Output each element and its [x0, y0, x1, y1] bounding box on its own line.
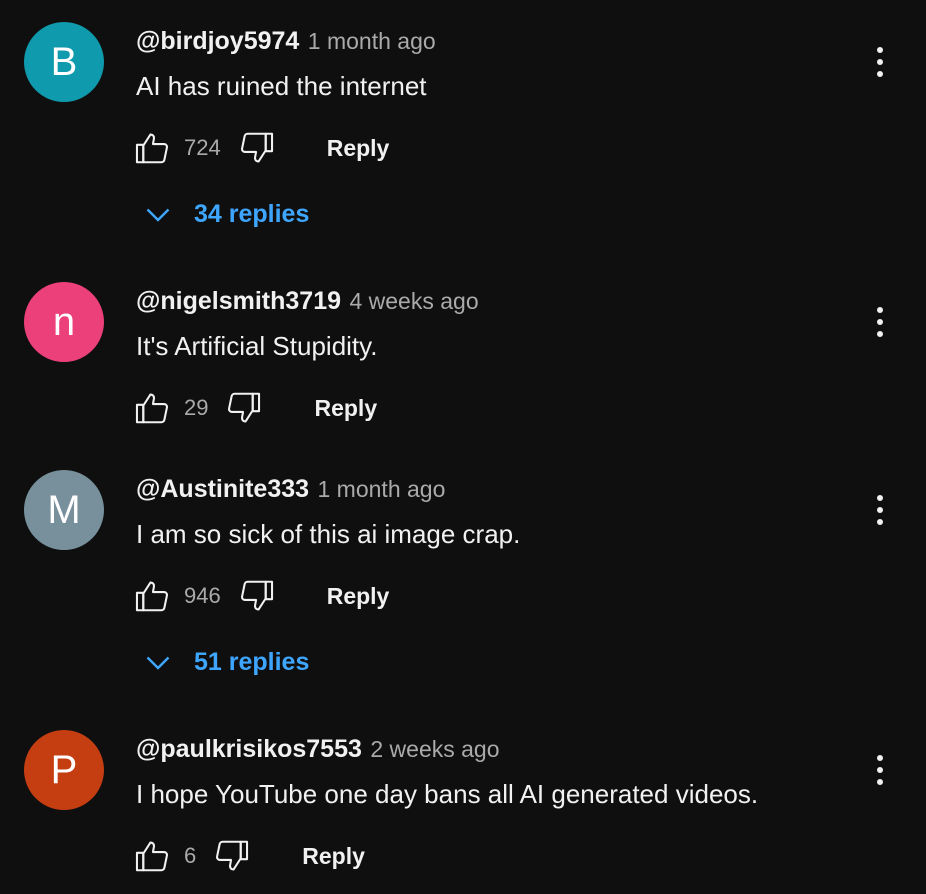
comment-actions: 6 Reply	[132, 836, 365, 876]
thumbs-up-icon	[135, 133, 168, 164]
more-vert-icon	[877, 307, 883, 337]
replies-count-label: 51 replies	[194, 647, 310, 676]
comment-thread: n @nigelsmith3719 4 weeks ago It's Artif…	[0, 282, 926, 432]
dislike-button[interactable]	[224, 388, 264, 428]
comment-menu-button[interactable]	[860, 302, 900, 342]
more-vert-icon	[877, 755, 883, 785]
thumbs-down-icon	[216, 840, 249, 871]
comment-text: I hope YouTube one day bans all AI gener…	[136, 779, 759, 809]
thumbs-down-icon	[228, 392, 261, 423]
like-count: 6	[184, 843, 197, 868]
like-count: 724	[184, 135, 221, 160]
more-vert-icon	[877, 47, 883, 77]
replies-count-label: 34 replies	[194, 199, 310, 228]
author-name[interactable]: @Austinite333	[136, 475, 309, 503]
dislike-button[interactable]	[237, 576, 277, 616]
comment-text: I am so sick of this ai image crap.	[136, 519, 521, 549]
more-vert-icon	[877, 495, 883, 525]
like-button[interactable]	[132, 128, 172, 168]
reply-button[interactable]: Reply	[327, 135, 390, 162]
comment-timestamp[interactable]: 1 month ago	[318, 476, 446, 502]
view-replies-button[interactable]: 34 replies	[140, 194, 309, 234]
thumbs-down-icon	[240, 580, 273, 611]
comment-header: @birdjoy5974 1 month ago	[136, 26, 436, 60]
reply-button[interactable]: Reply	[327, 583, 390, 610]
like-count: 29	[184, 395, 209, 420]
comment-actions: 724 Reply	[132, 128, 389, 168]
like-count: 946	[184, 583, 221, 608]
comment-menu-button[interactable]	[860, 750, 900, 790]
thumbs-up-icon	[135, 841, 168, 872]
comment-thread: M @Austinite333 1 month ago I am so sick…	[0, 470, 926, 680]
comment-thread: P @paulkrisikos7553 2 weeks ago I hope Y…	[0, 730, 926, 880]
thumbs-up-icon	[135, 393, 168, 424]
comment-text: AI has ruined the internet	[136, 71, 427, 101]
comment-actions: 29 Reply	[132, 388, 377, 428]
like-button[interactable]	[132, 836, 172, 876]
comment-thread: B @birdjoy5974 1 month ago AI has ruined…	[0, 22, 926, 232]
author-name[interactable]: @birdjoy5974	[136, 27, 299, 55]
comment-header: @nigelsmith3719 4 weeks ago	[136, 286, 479, 320]
like-button[interactable]	[132, 388, 172, 428]
thumbs-up-icon	[135, 581, 168, 612]
avatar[interactable]: B	[24, 22, 104, 102]
comment-menu-button[interactable]	[860, 42, 900, 82]
comment-timestamp[interactable]: 2 weeks ago	[370, 736, 499, 762]
like-button[interactable]	[132, 576, 172, 616]
comment-text: It's Artificial Stupidity.	[136, 331, 378, 361]
chevron-down-icon	[146, 656, 170, 670]
avatar[interactable]: P	[24, 730, 104, 810]
comment-actions: 946 Reply	[132, 576, 389, 616]
view-replies-button[interactable]: 51 replies	[140, 642, 309, 682]
reply-button[interactable]: Reply	[302, 843, 365, 870]
dislike-button[interactable]	[212, 836, 252, 876]
author-name[interactable]: @nigelsmith3719	[136, 287, 341, 315]
comment-header: @paulkrisikos7553 2 weeks ago	[136, 734, 500, 768]
thumbs-down-icon	[240, 132, 273, 163]
comment-timestamp[interactable]: 4 weeks ago	[349, 288, 478, 314]
author-name[interactable]: @paulkrisikos7553	[136, 735, 362, 763]
avatar[interactable]: n	[24, 282, 104, 362]
avatar[interactable]: M	[24, 470, 104, 550]
chevron-down-icon	[146, 208, 170, 222]
dislike-button[interactable]	[237, 128, 277, 168]
comment-menu-button[interactable]	[860, 490, 900, 530]
reply-button[interactable]: Reply	[314, 395, 377, 422]
comment-header: @Austinite333 1 month ago	[136, 474, 445, 508]
comment-timestamp[interactable]: 1 month ago	[308, 28, 436, 54]
